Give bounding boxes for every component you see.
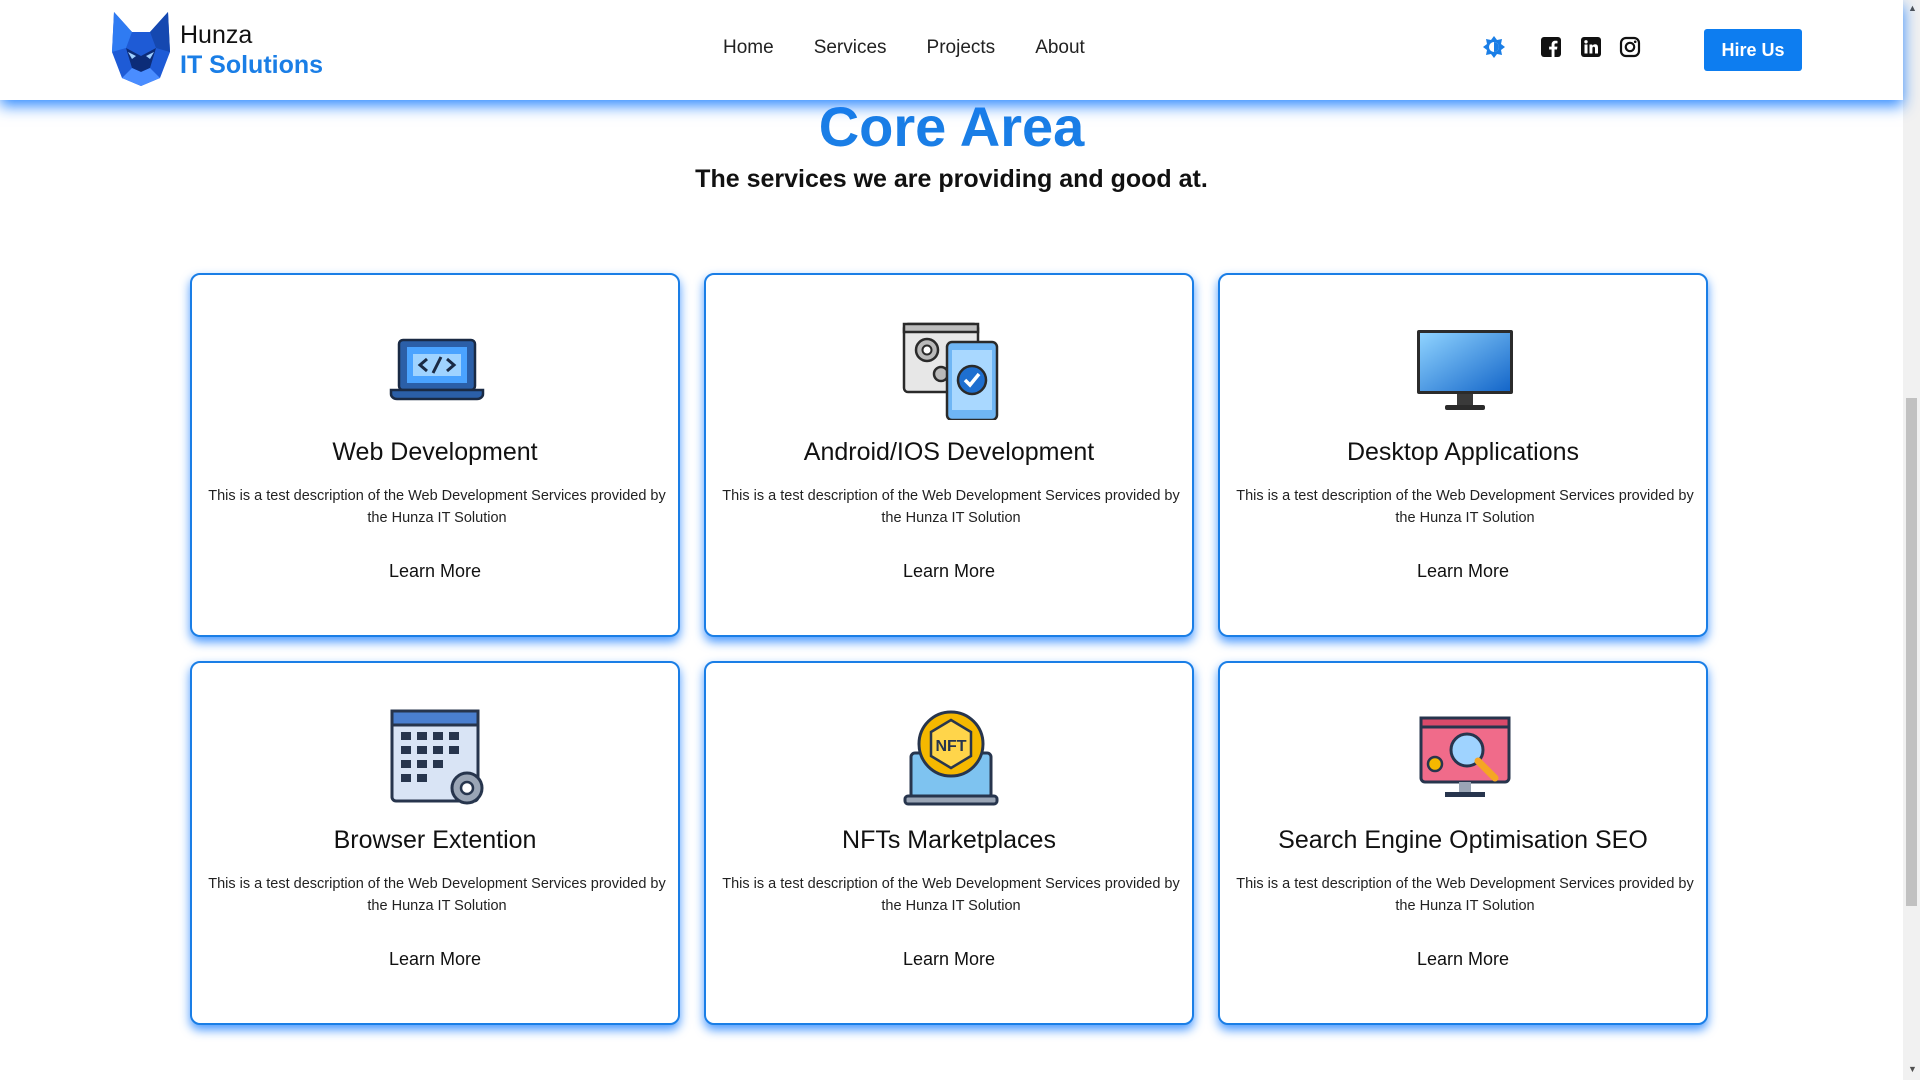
nav-about-link[interactable]: About [1035, 37, 1085, 59]
service-card: Browser Extention This is a test descrip… [190, 661, 680, 1025]
learn-more-link[interactable]: Learn More [1220, 949, 1706, 970]
card-description: This is a test description of the Web De… [722, 876, 1180, 914]
card-title: Search Engine Optimisation SEO [1278, 826, 1648, 854]
site-header: Hunza IT Solutions Home Services Project… [0, 0, 1903, 100]
svg-text:NFT: NFT [935, 738, 966, 755]
mobile-devices-icon [902, 322, 999, 420]
card-description: This is a test description of the Web De… [208, 488, 666, 526]
brand-name-top: Hunza [180, 21, 253, 49]
card-description: This is a test description of the Web De… [722, 488, 1180, 526]
brand-name[interactable]: Hunza IT Solutions [180, 20, 323, 80]
brand-name-bottom: IT Solutions [180, 51, 324, 79]
card-title: Desktop Applications [1346, 438, 1580, 466]
nav-projects-link[interactable]: Projects [927, 37, 996, 59]
card-title: NFTs Marketplaces [842, 826, 1056, 854]
scrollbar-thumb[interactable] [1906, 398, 1917, 906]
fox-logo-icon[interactable] [110, 12, 172, 86]
service-card: Web Development This is a test descripti… [190, 273, 680, 637]
section-subtitle: The services we are providing and good a… [695, 165, 1208, 193]
nft-icon: NFT [903, 710, 999, 806]
laptop-code-icon [389, 338, 485, 401]
learn-more-link[interactable]: Learn More [192, 949, 678, 970]
scroll-up-arrow-icon[interactable]: ▲ [1908, 3, 1917, 13]
monitor-icon [1417, 330, 1513, 410]
facebook-icon[interactable] [1540, 36, 1562, 58]
service-card: Desktop Applications This is a test desc… [1218, 273, 1708, 637]
service-card: NFT NFTs Marketplaces This is a test des… [704, 661, 1194, 1025]
section-title: Core Area [818, 95, 1085, 158]
learn-more-link[interactable]: Learn More [1220, 561, 1706, 582]
card-title: Web Development [332, 438, 538, 466]
page-scrollbar[interactable]: ▲ ▼ [1903, 0, 1920, 1080]
card-description: This is a test description of the Web De… [208, 876, 666, 914]
learn-more-link[interactable]: Learn More [706, 949, 1192, 970]
service-card: Search Engine Optimisation SEO This is a… [1218, 661, 1708, 1025]
hire-us-button[interactable]: Hire Us [1704, 29, 1802, 71]
browser-extension-icon [390, 709, 484, 805]
scroll-down-arrow-icon[interactable]: ▼ [1908, 1064, 1917, 1074]
card-title: Browser Extention [333, 826, 537, 854]
linkedin-icon[interactable] [1580, 36, 1602, 58]
learn-more-link[interactable]: Learn More [192, 561, 678, 582]
instagram-icon[interactable] [1619, 36, 1641, 58]
card-description: This is a test description of the Web De… [1236, 876, 1694, 914]
seo-icon [1419, 716, 1511, 797]
brightness-icon[interactable] [1482, 35, 1506, 59]
learn-more-link[interactable]: Learn More [706, 561, 1192, 582]
service-card: Android/IOS Development This is a test d… [704, 273, 1194, 637]
main-nav: Home Services Projects About [723, 37, 1085, 59]
services-grid: Web Development This is a test descripti… [190, 273, 1708, 1025]
card-title: Android/IOS Development [803, 438, 1095, 466]
nav-services-link[interactable]: Services [814, 37, 887, 59]
nav-home-link[interactable]: Home [723, 37, 774, 59]
card-description: This is a test description of the Web De… [1236, 488, 1694, 526]
